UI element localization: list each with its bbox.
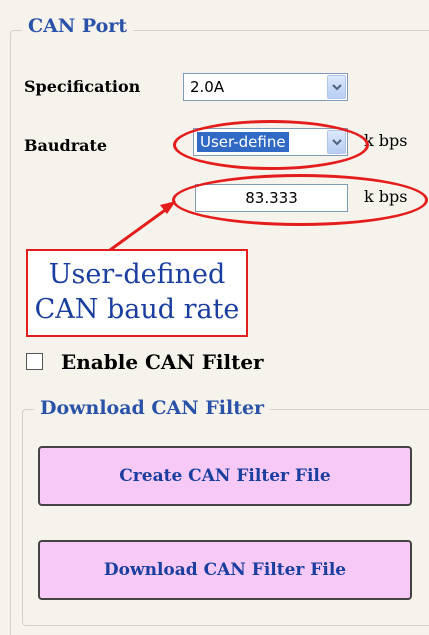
download-can-filter-file-button[interactable]: Download CAN Filter File <box>38 540 412 600</box>
enable-can-filter-checkbox[interactable] <box>26 353 43 370</box>
can-settings-panel: CAN Port Specification 2.0A Baudrate Use… <box>0 0 429 635</box>
create-can-filter-file-button[interactable]: Create CAN Filter File <box>38 446 412 506</box>
enable-can-filter-label: Enable CAN Filter <box>61 350 264 374</box>
callout-line-1: User-defined <box>48 259 226 290</box>
callout-line-2: CAN baud rate <box>34 294 240 325</box>
download-can-filter-title: Download CAN Filter <box>34 397 271 419</box>
annotation-callout: User-defined CAN baud rate <box>26 249 248 337</box>
